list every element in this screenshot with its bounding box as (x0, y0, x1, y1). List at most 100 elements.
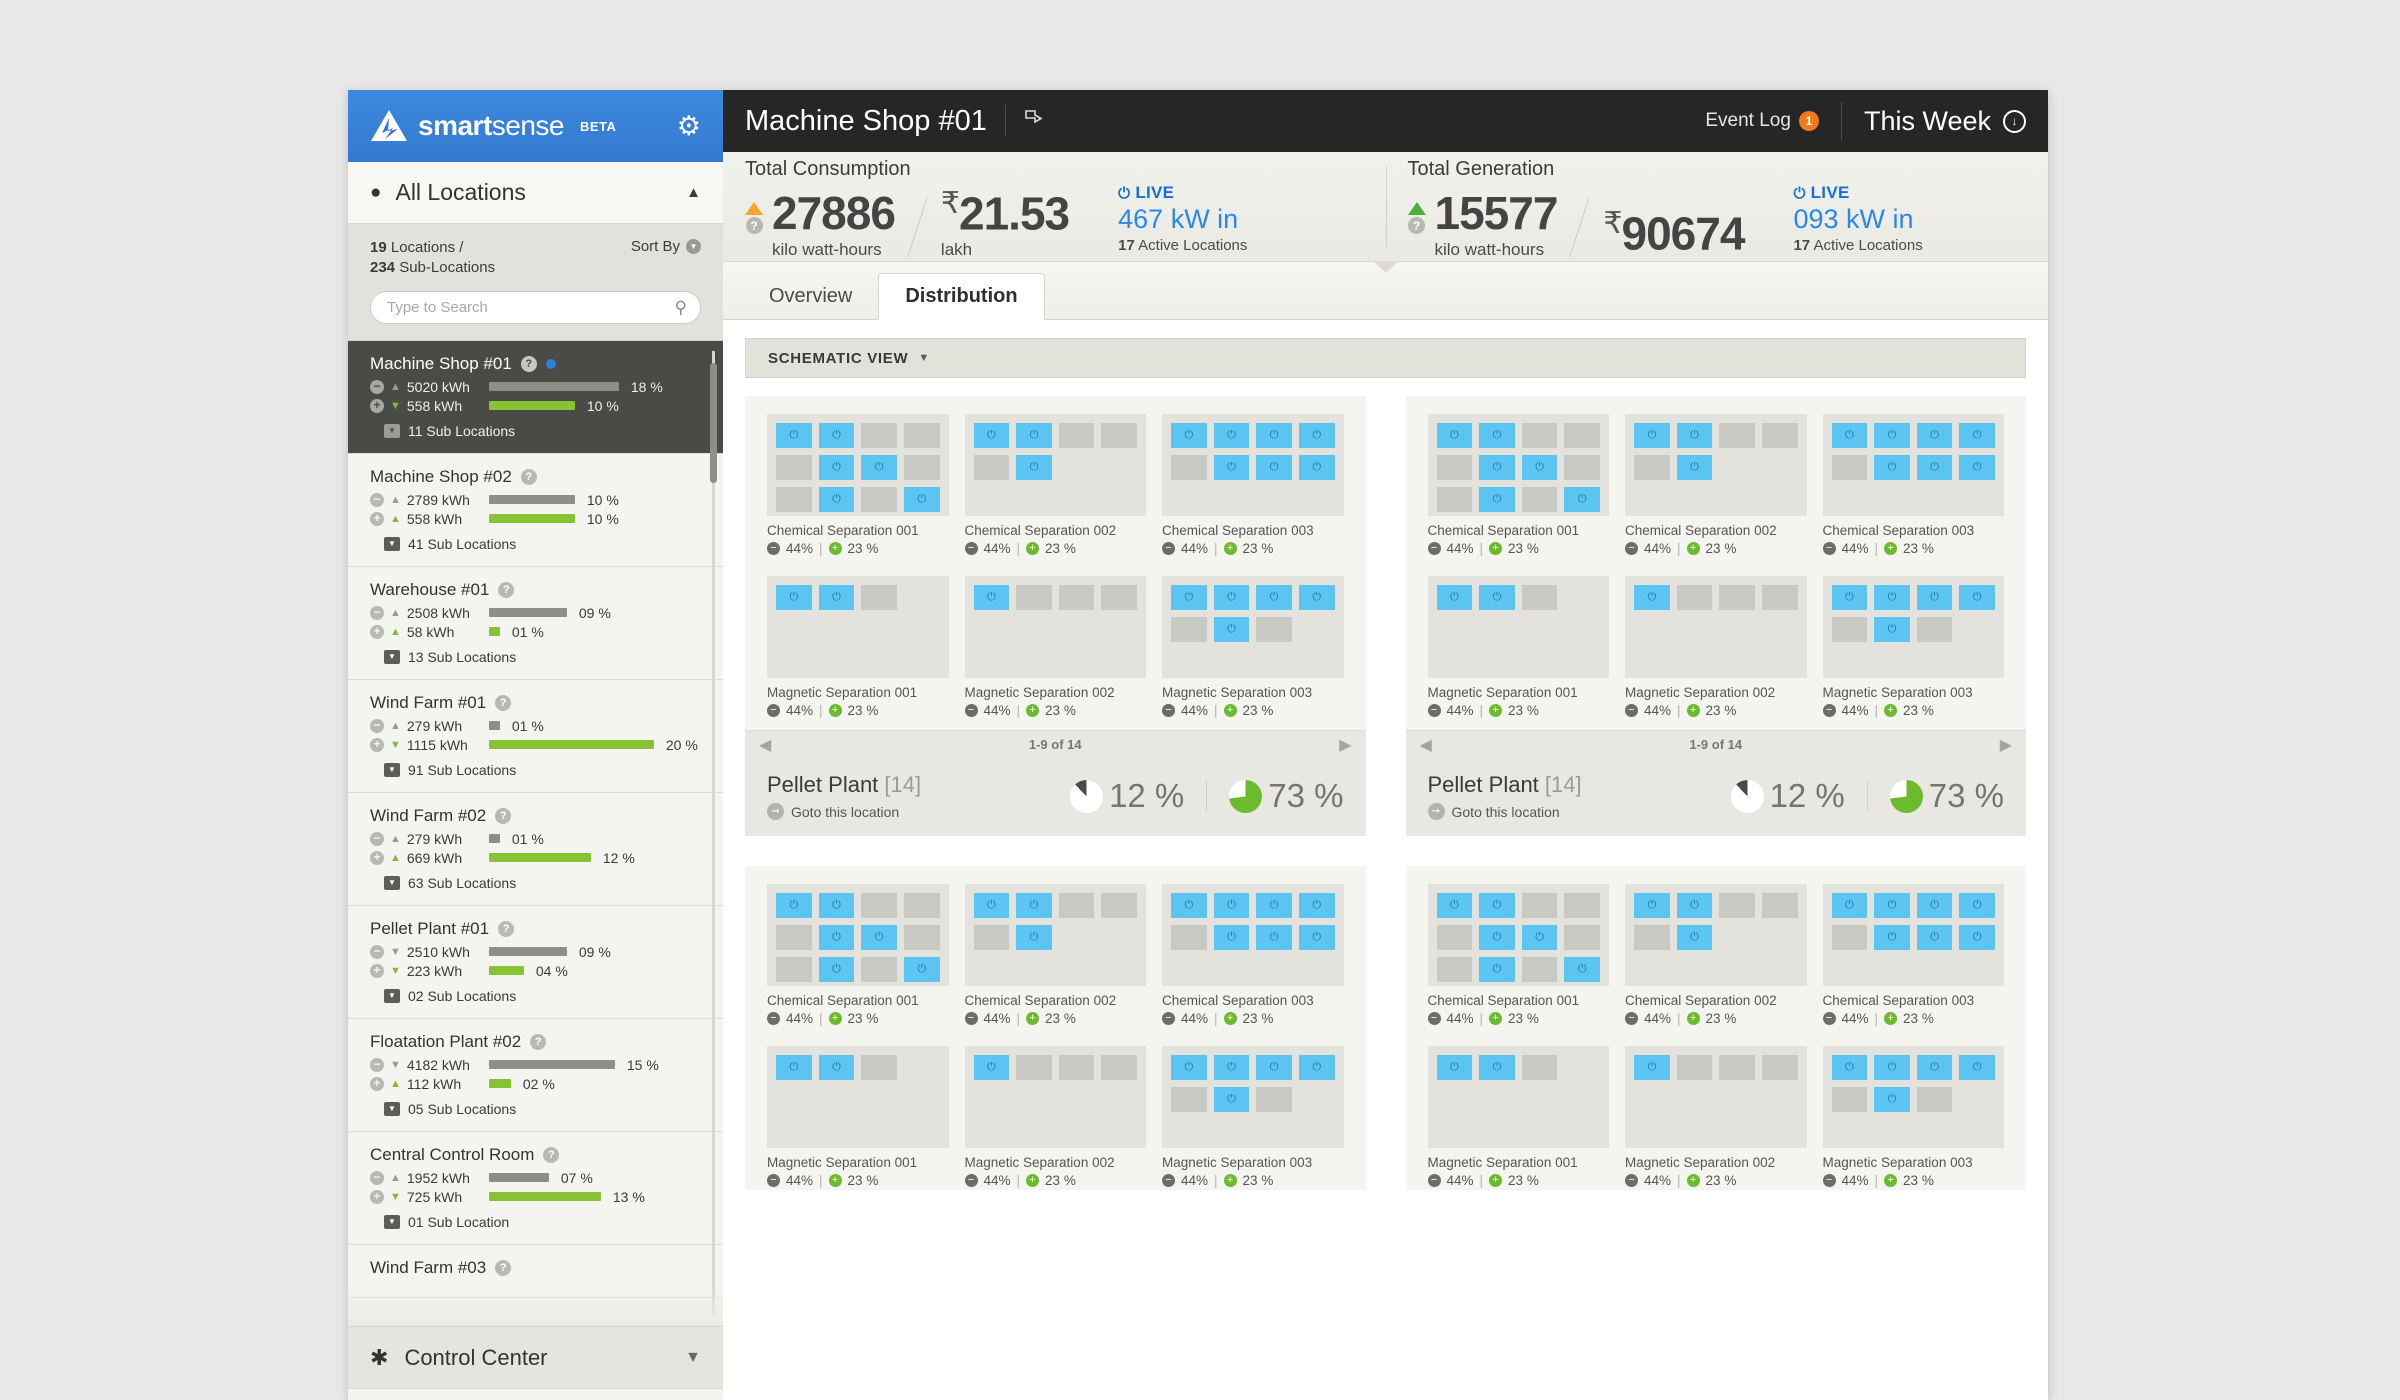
schematic-cell[interactable]: ⏻ (1676, 423, 1713, 448)
chevron-left-icon[interactable]: ◀ (759, 735, 771, 755)
schematic-cell[interactable]: ⏻ (1916, 1055, 1953, 1080)
schematic-cell[interactable]: ⏻ (1564, 957, 1600, 982)
schematic-cell[interactable] (1058, 1055, 1095, 1080)
schematic-tile[interactable]: ⏻ ⏻ ⏻ ⏻ ⏻ ⏻ ⏻ Chemical Separation 003 −44% | +23 % (1822, 884, 2004, 1026)
schematic-cell[interactable]: ⏻ (818, 423, 855, 448)
schematic-cell[interactable] (776, 957, 812, 982)
schematic-cell[interactable]: ⏻ (1213, 1087, 1250, 1112)
schematic-cell[interactable]: ⏻ (903, 957, 940, 982)
schematic-cell[interactable]: ⏻ (1831, 585, 1868, 610)
schematic-cell[interactable] (1436, 957, 1473, 982)
sublocations-toggle[interactable]: ▼ 05 Sub Locations (384, 1101, 701, 1117)
schematic-cell[interactable] (1171, 1087, 1207, 1112)
schematic-cell[interactable]: ⏻ (1634, 893, 1670, 918)
schematic-tile[interactable]: ⏻ ⏻ ⏻ Chemical Separation 002 −44% | +23 % (1625, 414, 1807, 556)
help-icon[interactable]: ? (530, 1033, 547, 1050)
sublocations-toggle[interactable]: ▼ 02 Sub Locations (384, 988, 701, 1004)
schematic-cell[interactable]: ⏻ (973, 585, 1010, 610)
help-icon[interactable]: ? (498, 581, 515, 598)
download-circle-icon[interactable]: ↓ (2003, 109, 2026, 133)
schematic-cell[interactable]: ⏻ (1959, 423, 1995, 448)
schematic-cell[interactable] (1016, 585, 1052, 610)
schematic-cell[interactable] (973, 925, 1010, 950)
schematic-cell[interactable]: ⏻ (1676, 925, 1713, 950)
sublocations-toggle[interactable]: ▼ 11 Sub Locations (384, 423, 701, 439)
schematic-cell[interactable]: ⏻ (1634, 423, 1670, 448)
schematic-cell[interactable] (1256, 617, 1292, 642)
schematic-cell[interactable]: ⏻ (973, 1055, 1010, 1080)
schematic-cell[interactable]: ⏻ (1256, 925, 1292, 950)
schematic-cell[interactable]: ⏻ (1436, 423, 1473, 448)
schematic-cell[interactable]: ⏻ (1916, 585, 1953, 610)
schematic-cell[interactable] (1676, 1055, 1713, 1080)
period-selector[interactable]: This Week ↓ (1842, 106, 2048, 137)
pagination[interactable]: ◀ 1-9 of 14 ▶ (745, 730, 1366, 758)
schematic-tile[interactable]: ⏻ Magnetic Separation 002 −44% | +23 % (1625, 576, 1807, 718)
schematic-cell[interactable] (1676, 585, 1713, 610)
schematic-cell[interactable]: ⏻ (1298, 423, 1335, 448)
schematic-cell[interactable] (1831, 455, 1868, 480)
event-log-button[interactable]: Event Log 1 (1683, 110, 1841, 132)
schematic-cell[interactable]: ⏻ (1564, 487, 1600, 512)
help-icon[interactable]: ? (498, 920, 515, 937)
chevron-right-icon[interactable]: ▶ (1339, 735, 1351, 755)
schematic-tile[interactable]: ⏻ ⏻ ⏻ ⏻ ⏻ Magnetic Separation 003 −44% | +23 % (1822, 1046, 2004, 1188)
schematic-tile[interactable]: ⏻ ⏻ ⏻ ⏻ ⏻ Magnetic Separation 003 −44% | +23 % (1162, 1046, 1344, 1188)
schematic-cell[interactable]: ⏻ (1959, 1055, 1995, 1080)
schematic-tile[interactable]: ⏻ Magnetic Separation 002 −44% | +23 % (1625, 1046, 1807, 1188)
chevron-up-icon[interactable]: ▲ (686, 184, 701, 201)
schematic-cell[interactable] (1564, 455, 1600, 480)
schematic-cell[interactable]: ⏻ (1831, 1055, 1868, 1080)
schematic-cell[interactable]: ⏻ (1016, 455, 1052, 480)
schematic-cell[interactable] (776, 455, 812, 480)
schematic-cell[interactable] (1016, 1055, 1052, 1080)
control-center-button[interactable]: ✱ Control Center ▼ (348, 1326, 723, 1388)
schematic-cell[interactable]: ⏻ (1171, 1055, 1207, 1080)
schematic-cell[interactable]: ⏻ (1171, 423, 1207, 448)
pagination[interactable]: ◀ 1-9 of 14 ▶ (1405, 730, 2026, 758)
schematic-cell[interactable]: ⏻ (861, 455, 897, 480)
schematic-cell[interactable] (861, 893, 897, 918)
schematic-cell[interactable] (1719, 893, 1755, 918)
schematic-cell[interactable]: ⏻ (1213, 585, 1250, 610)
schematic-cell[interactable]: ⏻ (1479, 1055, 1515, 1080)
schematic-cell[interactable]: ⏻ (1213, 1055, 1250, 1080)
location-item[interactable]: Wind Farm #02? − ▲ 279 kWh 01 % + ▲ 669 kWh 12 %… (348, 792, 723, 906)
schematic-cell[interactable]: ⏻ (818, 957, 855, 982)
schematic-cell[interactable]: ⏻ (1479, 925, 1515, 950)
sublocations-toggle[interactable]: ▼ 13 Sub Locations (384, 649, 701, 665)
schematic-cell[interactable] (1831, 617, 1868, 642)
schematic-cell[interactable] (903, 925, 940, 950)
help-icon[interactable]: ? (543, 1146, 560, 1163)
schematic-tile[interactable]: ⏻ ⏻ ⏻ Chemical Separation 002 −44% | +23 % (964, 414, 1146, 556)
location-item[interactable]: Wind Farm #01? − ▲ 279 kWh 01 % + ▼ 1115 kWh 20 … (348, 679, 723, 793)
schematic-cell[interactable] (1171, 925, 1207, 950)
schematic-cell[interactable] (1436, 925, 1473, 950)
schematic-cell[interactable]: ⏻ (973, 423, 1010, 448)
schematic-cell[interactable] (1521, 585, 1558, 610)
schematic-cell[interactable]: ⏻ (1676, 455, 1713, 480)
schematic-cell[interactable]: ⏻ (818, 455, 855, 480)
schematic-cell[interactable]: ⏻ (1016, 925, 1052, 950)
schematic-cell[interactable]: ⏻ (776, 585, 812, 610)
schematic-cell[interactable]: ⏻ (1298, 893, 1335, 918)
schematic-cell[interactable]: ⏻ (1874, 423, 1910, 448)
schematic-view-selector[interactable]: SCHEMATIC VIEW ▼ (745, 338, 2026, 378)
schematic-tile[interactable]: ⏻ ⏻ ⏻ ⏻ ⏻ Magnetic Separation 003 −44% | +23 % (1162, 576, 1344, 718)
schematic-cell[interactable]: ⏻ (1959, 893, 1995, 918)
location-item[interactable]: Floatation Plant #02? − ▼ 4182 kWh 15 % + ▲ 112… (348, 1018, 723, 1132)
schematic-cell[interactable] (1521, 957, 1558, 982)
schematic-cell[interactable]: ⏻ (818, 925, 855, 950)
schematic-cell[interactable] (861, 423, 897, 448)
schematic-cell[interactable]: ⏻ (1016, 893, 1052, 918)
all-locations-selector[interactable]: ● All Locations ▲ (348, 162, 723, 224)
schematic-cell[interactable]: ⏻ (818, 585, 855, 610)
schematic-cell[interactable] (1831, 925, 1868, 950)
schematic-cell[interactable]: ⏻ (1436, 585, 1473, 610)
goto-location-link[interactable]: ➞ Goto this location (1427, 803, 1582, 820)
schematic-cell[interactable]: ⏻ (1874, 617, 1910, 642)
schematic-cell[interactable]: ⏻ (1298, 925, 1335, 950)
schematic-cell[interactable] (1521, 1055, 1558, 1080)
schematic-cell[interactable] (1719, 585, 1755, 610)
tab-distribution[interactable]: Distribution (878, 273, 1045, 320)
